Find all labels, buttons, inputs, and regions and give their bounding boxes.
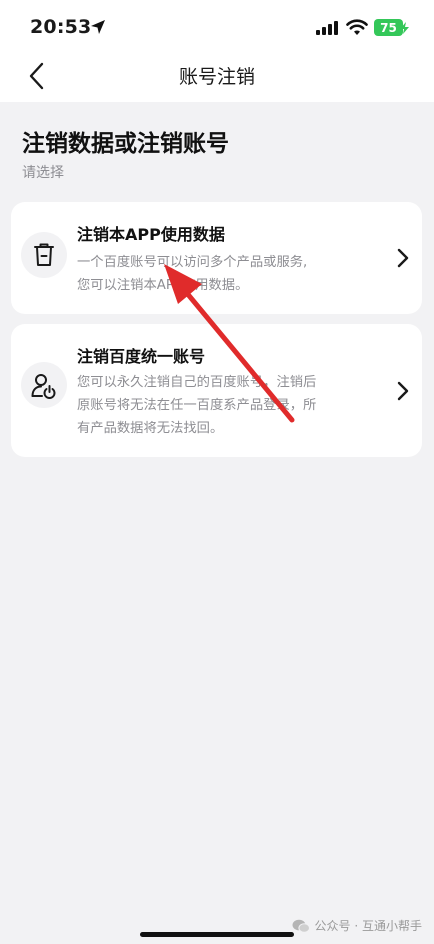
wechat-icon bbox=[292, 919, 310, 933]
screen: 20:53 75 账号注销 注销数据或注销账号 请选择 注销本APP使用数据 一… bbox=[0, 0, 434, 944]
home-indicator bbox=[140, 932, 294, 937]
chevron-right-icon bbox=[397, 381, 409, 401]
location-arrow-icon bbox=[91, 20, 105, 34]
page-subheading: 请选择 bbox=[22, 165, 64, 181]
page-heading: 注销数据或注销账号 bbox=[22, 131, 229, 157]
option-delete-app-data[interactable]: 注销本APP使用数据 一个百度账号可以访问多个产品或服务, 您可以注销本APP使… bbox=[11, 202, 422, 314]
option-description: 您可以永久注销自己的百度账号，注销后 原账号将无法在任一百度系产品登录，所 有产… bbox=[77, 371, 316, 440]
option-icon-bg bbox=[21, 232, 67, 278]
header: 20:53 75 账号注销 bbox=[0, 0, 434, 102]
user-power-icon bbox=[31, 374, 56, 399]
option-icon-bg bbox=[21, 362, 67, 408]
watermark: 公众号 · 互通小帮手 bbox=[292, 917, 422, 934]
option-desc-line: 原账号将无法在任一百度系产品登录，所 bbox=[77, 398, 317, 413]
chevron-right-icon bbox=[397, 248, 409, 268]
watermark-text: 公众号 · 互通小帮手 bbox=[314, 919, 422, 933]
battery-level: 75 bbox=[380, 20, 397, 35]
battery-icon: 75 bbox=[374, 19, 403, 36]
option-description: 一个百度账号可以访问多个产品或服务, 您可以注销本APP使用数据。 bbox=[77, 251, 307, 297]
charging-bolt-icon bbox=[400, 22, 409, 34]
option-desc-line: 您可以永久注销自己的百度账号，注销后 bbox=[77, 375, 317, 390]
option-delete-baidu-account[interactable]: 注销百度统一账号 您可以永久注销自己的百度账号，注销后 原账号将无法在任一百度系… bbox=[11, 324, 422, 457]
nav-title: 账号注销 bbox=[178, 66, 255, 88]
status-time: 20:53 bbox=[30, 16, 92, 38]
option-desc-line: 一个百度账号可以访问多个产品或服务, bbox=[77, 255, 308, 270]
option-desc-line: 您可以注销本APP使用数据。 bbox=[77, 278, 249, 293]
cell-signal-icon bbox=[316, 21, 338, 35]
option-desc-line: 有产品数据将无法找回。 bbox=[77, 421, 224, 436]
option-title: 注销百度统一账号 bbox=[77, 347, 206, 366]
wifi-icon bbox=[346, 19, 368, 35]
trash-icon bbox=[34, 243, 54, 266]
option-title: 注销本APP使用数据 bbox=[77, 225, 225, 244]
